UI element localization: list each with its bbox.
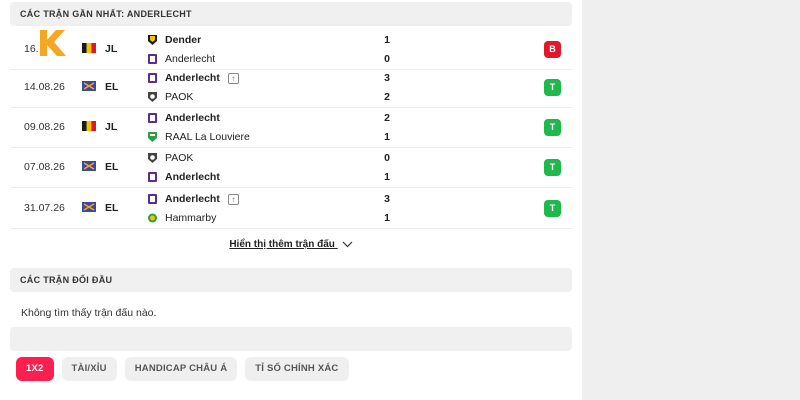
anderlecht-crest-icon xyxy=(148,194,157,204)
tab-over-under[interactable]: TÀI/XỈU xyxy=(61,357,117,381)
la-louviere-crest-icon xyxy=(148,132,157,142)
away-score: 1 xyxy=(384,171,390,183)
show-more-label: Hiển thị thêm trận đấu xyxy=(229,239,335,250)
match-row[interactable]: 16. JL Dender Anderlecht 1 0 B xyxy=(10,30,572,70)
home-team[interactable]: Anderlecht ↑ xyxy=(147,70,239,86)
result-badge: T xyxy=(544,159,561,176)
head-to-head-header: CÁC TRẬN ĐỐI ĐẦU xyxy=(10,268,572,292)
competition-label: EL xyxy=(105,161,119,173)
arrow-up-box-icon: ↑ xyxy=(227,193,239,205)
home-team[interactable]: Anderlecht ↑ xyxy=(147,191,239,207)
odds-tabs: 1X2 TÀI/XỈU HANDICAP CHÂU Á TỈ SỐ CHÍNH … xyxy=(16,357,349,381)
match-date: 09.08.26 xyxy=(24,121,65,133)
tab-1x2[interactable]: 1X2 xyxy=(16,357,54,381)
match-row[interactable]: 07.08.26 EL PAOK Anderlecht 0 1 T xyxy=(10,148,572,188)
away-team[interactable]: PAOK xyxy=(147,89,193,105)
away-team[interactable]: Anderlecht xyxy=(147,169,220,185)
home-team[interactable]: Dender xyxy=(147,32,201,48)
recent-matches-header: CÁC TRẬN GẦN NHẤT: ANDERLECHT xyxy=(10,2,572,26)
home-team[interactable]: PAOK xyxy=(147,150,193,166)
match-date: 14.08.26 xyxy=(24,81,65,93)
competition-label: EL xyxy=(105,81,119,93)
chevron-down-icon xyxy=(342,241,353,248)
competition-label: JL xyxy=(105,43,118,55)
match-row[interactable]: 31.07.26 EL Anderlecht ↑ Hammarby 3 1 T xyxy=(10,189,572,229)
k-logo-icon xyxy=(40,30,66,56)
right-sidebar xyxy=(582,0,800,400)
away-score: 1 xyxy=(384,131,390,143)
home-team-name: Anderlecht xyxy=(165,72,220,84)
match-row[interactable]: 09.08.26 JL Anderlecht RAAL La Louviere … xyxy=(10,108,572,148)
result-badge: T xyxy=(544,79,561,96)
match-date: 31.07.26 xyxy=(24,202,65,214)
home-team-name: Dender xyxy=(165,34,202,46)
competition-label: JL xyxy=(105,121,118,133)
home-team-name: Anderlecht xyxy=(165,193,220,205)
home-score: 1 xyxy=(384,34,390,46)
away-team[interactable]: RAAL La Louviere xyxy=(147,129,250,145)
away-team-name: Anderlecht xyxy=(165,171,220,183)
away-team-name: PAOK xyxy=(165,91,194,103)
no-matches-message: Không tìm thấy trận đấu nào. xyxy=(21,307,157,319)
away-team[interactable]: Anderlecht xyxy=(147,51,215,67)
away-score: 2 xyxy=(384,91,390,103)
belgium-flag-icon xyxy=(82,43,96,53)
anderlecht-crest-icon xyxy=(148,113,157,123)
competition-label: EL xyxy=(105,202,119,214)
home-score: 2 xyxy=(384,112,390,124)
europa-league-icon xyxy=(82,81,96,91)
home-team-name: PAOK xyxy=(165,152,194,164)
anderlecht-crest-icon xyxy=(148,54,157,64)
tab-asian-handicap[interactable]: HANDICAP CHÂU Á xyxy=(124,357,238,381)
tab-correct-score[interactable]: TỈ SỐ CHÍNH XÁC xyxy=(245,357,349,381)
anderlecht-crest-icon xyxy=(148,172,157,182)
home-score: 0 xyxy=(384,152,390,164)
arrow-up-box-icon: ↑ xyxy=(227,72,239,84)
match-row[interactable]: 14.08.26 EL Anderlecht ↑ PAOK 3 2 T xyxy=(10,68,572,108)
home-team-name: Anderlecht xyxy=(165,112,220,124)
match-date: 07.08.26 xyxy=(24,161,65,173)
europa-league-icon xyxy=(82,202,96,212)
away-team-name: Anderlecht xyxy=(165,53,216,65)
result-badge: T xyxy=(544,119,561,136)
home-score: 3 xyxy=(384,193,390,205)
away-team[interactable]: Hammarby xyxy=(147,210,216,226)
belgium-flag-icon xyxy=(82,121,96,131)
dender-crest-icon xyxy=(148,35,157,45)
result-badge: T xyxy=(544,200,561,217)
odds-section-bar xyxy=(10,327,572,351)
away-score: 1 xyxy=(384,212,390,224)
europa-league-icon xyxy=(82,161,96,171)
hammarby-crest-icon xyxy=(148,213,157,223)
result-badge: B xyxy=(544,41,561,58)
main-content: CÁC TRẬN GẦN NHẤT: ANDERLECHT 16. JL Den… xyxy=(0,0,582,400)
show-more-matches-link[interactable]: Hiển thị thêm trận đấu xyxy=(0,239,582,250)
away-team-name: Hammarby xyxy=(165,212,217,224)
anderlecht-crest-icon xyxy=(148,73,157,83)
away-team-name: RAAL La Louviere xyxy=(165,131,250,143)
paok-crest-icon xyxy=(148,153,157,163)
home-score: 3 xyxy=(384,72,390,84)
paok-crest-icon xyxy=(148,92,157,102)
home-team[interactable]: Anderlecht xyxy=(147,110,220,126)
away-score: 0 xyxy=(384,53,390,65)
